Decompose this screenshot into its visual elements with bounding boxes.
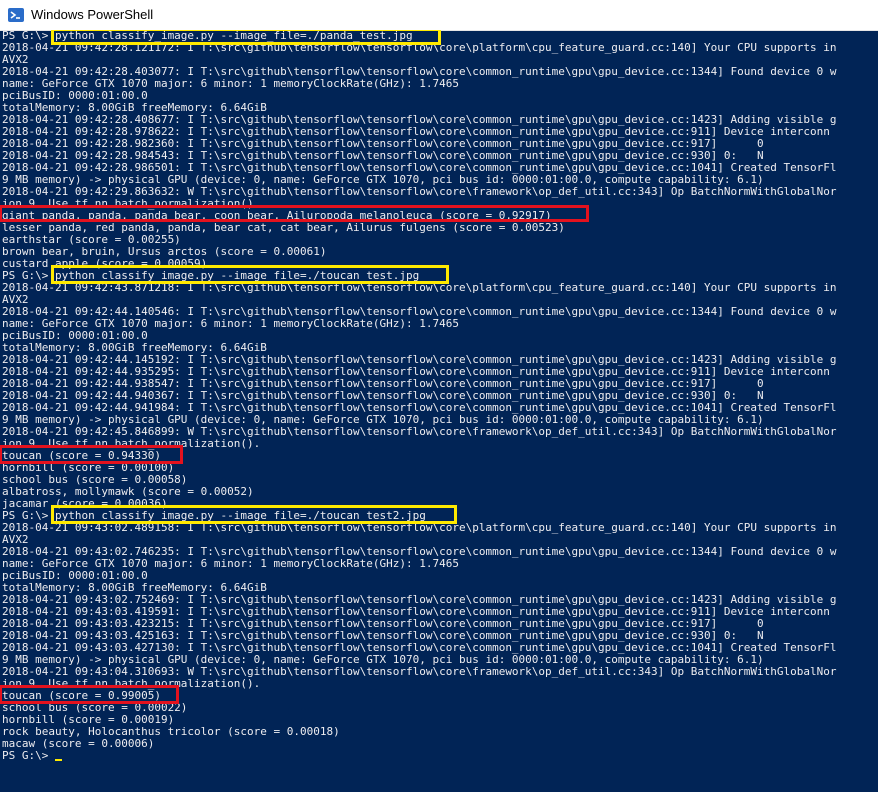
console-line: 2018-04-21 09:42:28.121172: I T:\src\git… [2, 41, 837, 54]
window-title: Windows PowerShell [31, 7, 154, 22]
console-line: macaw (score = 0.00006) [2, 737, 155, 750]
title-bar[interactable]: Windows PowerShell [0, 0, 878, 31]
console-output[interactable]: PS G:\> python classify_image.py --image… [0, 30, 878, 792]
text-cursor [54, 759, 62, 761]
console-line: 2018-04-21 09:43:02.489158: I T:\src\git… [2, 521, 837, 534]
powershell-icon [8, 8, 24, 22]
console-line: 2018-04-21 09:42:43.871218: I T:\src\git… [2, 281, 837, 294]
console-lines: PS G:\> python classify_image.py --image… [2, 30, 836, 762]
current-prompt: PS G:\> [2, 750, 836, 762]
